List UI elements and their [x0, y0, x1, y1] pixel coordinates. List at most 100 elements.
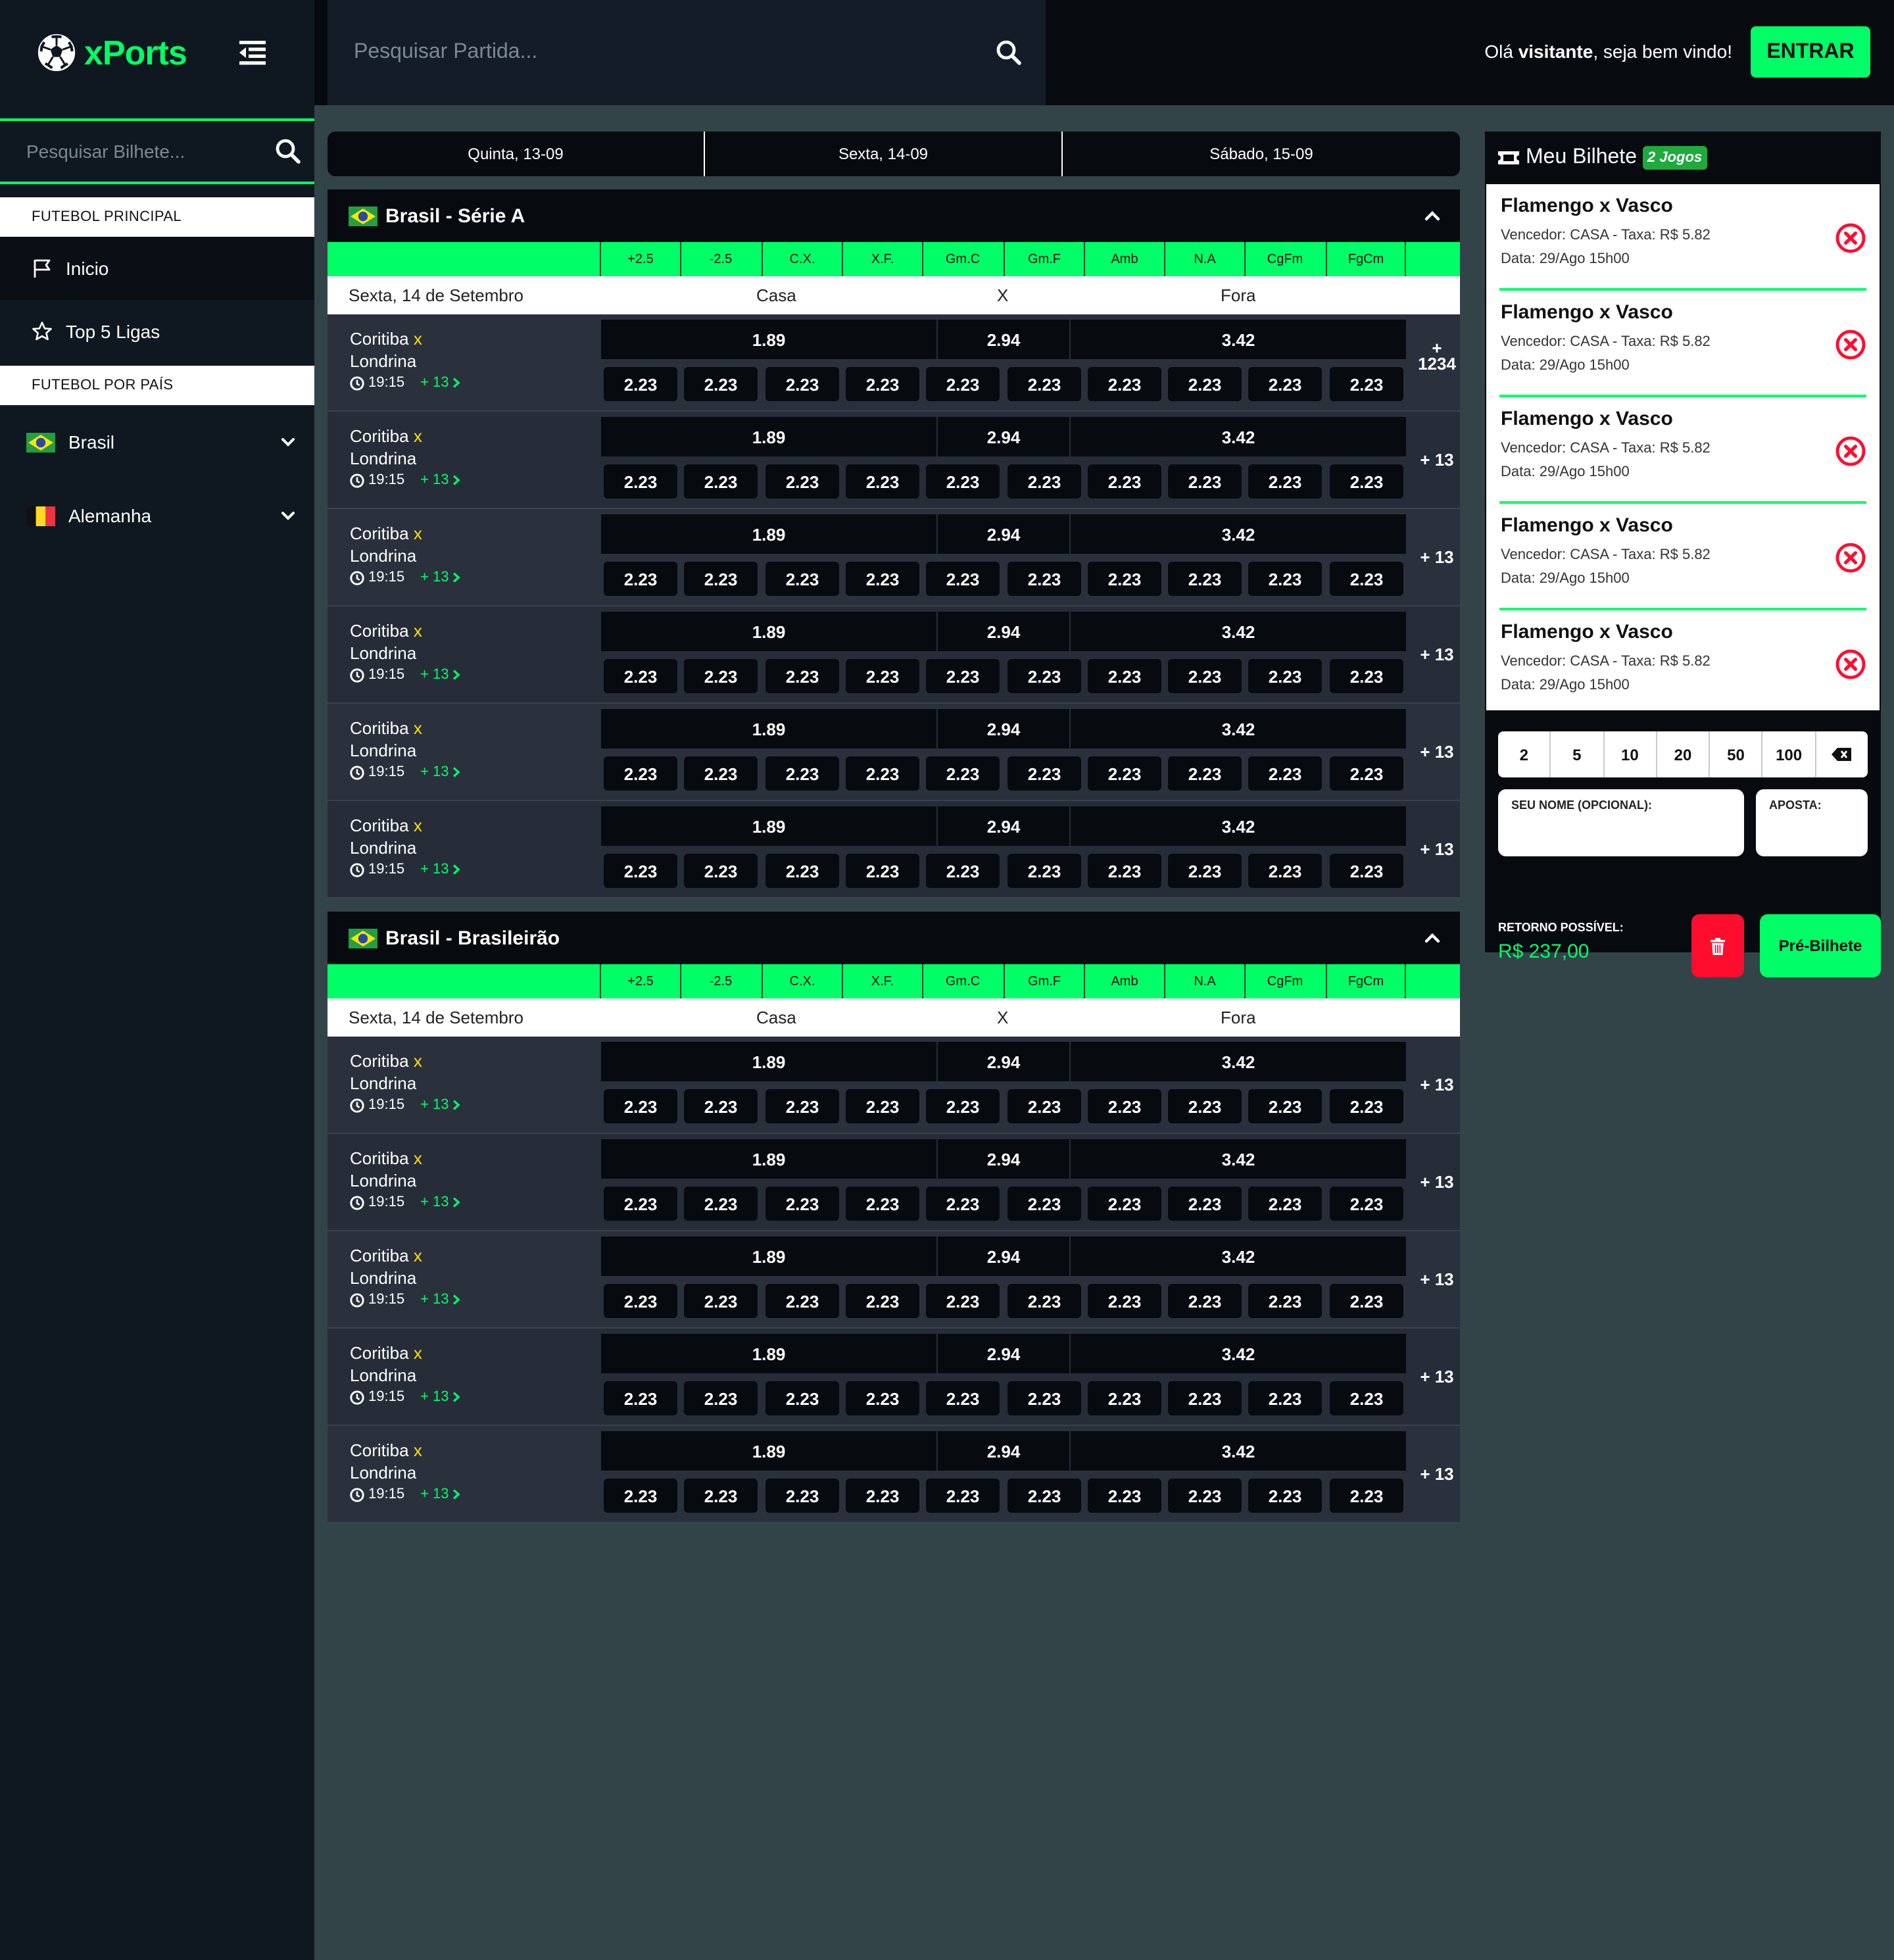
extra-markets-button[interactable]: + 13: [1414, 645, 1460, 664]
market-odd-button[interactable]: 2.23: [846, 562, 919, 596]
main-odd-button[interactable]: 2.94: [936, 1431, 1069, 1471]
extra-markets-button[interactable]: + 13: [1414, 1075, 1460, 1094]
market-odd-button[interactable]: 2.23: [926, 1187, 1000, 1221]
market-odd-button[interactable]: 2.23: [604, 1284, 677, 1318]
main-odd-button[interactable]: 2.94: [936, 514, 1069, 554]
market-odd-button[interactable]: 2.23: [1330, 1187, 1403, 1221]
main-odd-button[interactable]: 3.42: [1069, 1237, 1406, 1276]
market-odd-button[interactable]: 2.23: [765, 1089, 839, 1123]
market-odd-button[interactable]: 2.23: [926, 854, 1000, 888]
market-odd-button[interactable]: 2.23: [926, 464, 1000, 499]
main-odd-button[interactable]: 3.42: [1069, 612, 1406, 651]
backspace-button[interactable]: [1816, 731, 1868, 777]
chevron-down-icon[interactable]: [280, 434, 296, 450]
market-odd-button[interactable]: 2.23: [1168, 1089, 1242, 1123]
main-odd-button[interactable]: 2.94: [936, 417, 1069, 456]
market-odd-button[interactable]: 2.23: [604, 1089, 677, 1123]
main-odd-button[interactable]: 1.89: [601, 709, 936, 748]
market-odd-button[interactable]: 2.23: [1168, 854, 1242, 888]
quick-amount-button[interactable]: 100: [1763, 731, 1816, 777]
match-search-input[interactable]: [354, 41, 996, 64]
market-odd-button[interactable]: 2.23: [1330, 464, 1403, 499]
market-odd-button[interactable]: 2.23: [846, 464, 919, 499]
market-odd-button[interactable]: 2.23: [1248, 1187, 1322, 1221]
main-odd-button[interactable]: 1.89: [601, 806, 936, 846]
quick-amount-button[interactable]: 5: [1551, 731, 1605, 777]
market-odd-button[interactable]: 2.23: [1008, 1284, 1081, 1318]
market-odd-button[interactable]: 2.23: [1248, 464, 1322, 499]
name-input[interactable]: [1511, 820, 1731, 838]
more-markets-link[interactable]: + 13: [420, 570, 462, 585]
market-odd-button[interactable]: 2.23: [765, 1479, 839, 1513]
main-odd-button[interactable]: 1.89: [601, 1237, 936, 1276]
market-odd-button[interactable]: 2.23: [1330, 659, 1403, 693]
market-odd-button[interactable]: 2.23: [1330, 367, 1403, 401]
market-odd-button[interactable]: 2.23: [1088, 854, 1161, 888]
market-odd-button[interactable]: 2.23: [926, 367, 1000, 401]
market-odd-button[interactable]: 2.23: [1008, 562, 1081, 596]
market-odd-button[interactable]: 2.23: [684, 659, 758, 693]
clear-slip-button[interactable]: [1691, 914, 1744, 977]
market-odd-button[interactable]: 2.23: [684, 1284, 758, 1318]
market-odd-button[interactable]: 2.23: [926, 756, 1000, 791]
market-odd-button[interactable]: 2.23: [1008, 367, 1081, 401]
market-odd-button[interactable]: 2.23: [1008, 659, 1081, 693]
market-odd-button[interactable]: 2.23: [684, 367, 758, 401]
market-odd-button[interactable]: 2.23: [765, 1187, 839, 1221]
market-odd-button[interactable]: 2.23: [765, 367, 839, 401]
main-odd-button[interactable]: 2.94: [936, 612, 1069, 651]
market-odd-button[interactable]: 2.23: [926, 1381, 1000, 1415]
market-odd-button[interactable]: 2.23: [1088, 367, 1161, 401]
market-odd-button[interactable]: 2.23: [765, 464, 839, 499]
market-odd-button[interactable]: 2.23: [765, 562, 839, 596]
main-odd-button[interactable]: 3.42: [1069, 320, 1406, 359]
market-odd-button[interactable]: 2.23: [1008, 854, 1081, 888]
search-icon[interactable]: [996, 39, 1022, 66]
more-markets-link[interactable]: + 13: [420, 764, 462, 780]
market-odd-button[interactable]: 2.23: [1088, 756, 1161, 791]
market-odd-button[interactable]: 2.23: [1330, 562, 1403, 596]
extra-markets-button[interactable]: + 13: [1414, 839, 1460, 859]
main-odd-button[interactable]: 3.42: [1069, 1334, 1406, 1373]
market-odd-button[interactable]: 2.23: [1330, 1089, 1403, 1123]
main-odd-button[interactable]: 2.94: [936, 1237, 1069, 1276]
market-odd-button[interactable]: 2.23: [1088, 1284, 1161, 1318]
chevron-up-icon[interactable]: [1423, 929, 1442, 947]
market-odd-button[interactable]: 2.23: [1008, 464, 1081, 499]
market-odd-button[interactable]: 2.23: [1330, 1381, 1403, 1415]
main-odd-button[interactable]: 2.94: [936, 320, 1069, 359]
quick-amount-button[interactable]: 20: [1657, 731, 1711, 777]
market-odd-button[interactable]: 2.23: [1008, 1089, 1081, 1123]
market-odd-button[interactable]: 2.23: [684, 464, 758, 499]
market-odd-button[interactable]: 2.23: [846, 854, 919, 888]
market-odd-button[interactable]: 2.23: [846, 1284, 919, 1318]
market-odd-button[interactable]: 2.23: [765, 756, 839, 791]
more-markets-link[interactable]: + 13: [420, 1292, 462, 1308]
market-odd-button[interactable]: 2.23: [684, 854, 758, 888]
market-odd-button[interactable]: 2.23: [1088, 1381, 1161, 1415]
extra-markets-button[interactable]: + 13: [1414, 1172, 1460, 1192]
market-odd-button[interactable]: 2.23: [1088, 464, 1161, 499]
market-odd-button[interactable]: 2.23: [926, 1284, 1000, 1318]
main-odd-button[interactable]: 1.89: [601, 1431, 936, 1471]
extra-markets-button[interactable]: + 13: [1414, 450, 1460, 470]
main-odd-button[interactable]: 2.94: [936, 709, 1069, 748]
market-odd-button[interactable]: 2.23: [846, 1187, 919, 1221]
main-odd-button[interactable]: 1.89: [601, 417, 936, 456]
main-odd-button[interactable]: 3.42: [1069, 1431, 1406, 1471]
market-odd-button[interactable]: 2.23: [604, 562, 677, 596]
market-odd-button[interactable]: 2.23: [604, 464, 677, 499]
main-odd-button[interactable]: 1.89: [601, 612, 936, 651]
market-odd-button[interactable]: 2.23: [765, 854, 839, 888]
country-item-brasil[interactable]: Brasil: [0, 405, 314, 479]
market-odd-button[interactable]: 2.23: [684, 1089, 758, 1123]
extra-markets-button[interactable]: + 13: [1414, 742, 1460, 762]
market-odd-button[interactable]: 2.23: [1008, 1479, 1081, 1513]
market-odd-button[interactable]: 2.23: [1168, 464, 1242, 499]
extra-markets-button[interactable]: + 13: [1414, 547, 1460, 567]
market-odd-button[interactable]: 2.23: [1168, 1381, 1242, 1415]
market-odd-button[interactable]: 2.23: [846, 659, 919, 693]
market-odd-button[interactable]: 2.23: [684, 756, 758, 791]
main-odd-button[interactable]: 1.89: [601, 514, 936, 554]
market-odd-button[interactable]: 2.23: [1168, 659, 1242, 693]
